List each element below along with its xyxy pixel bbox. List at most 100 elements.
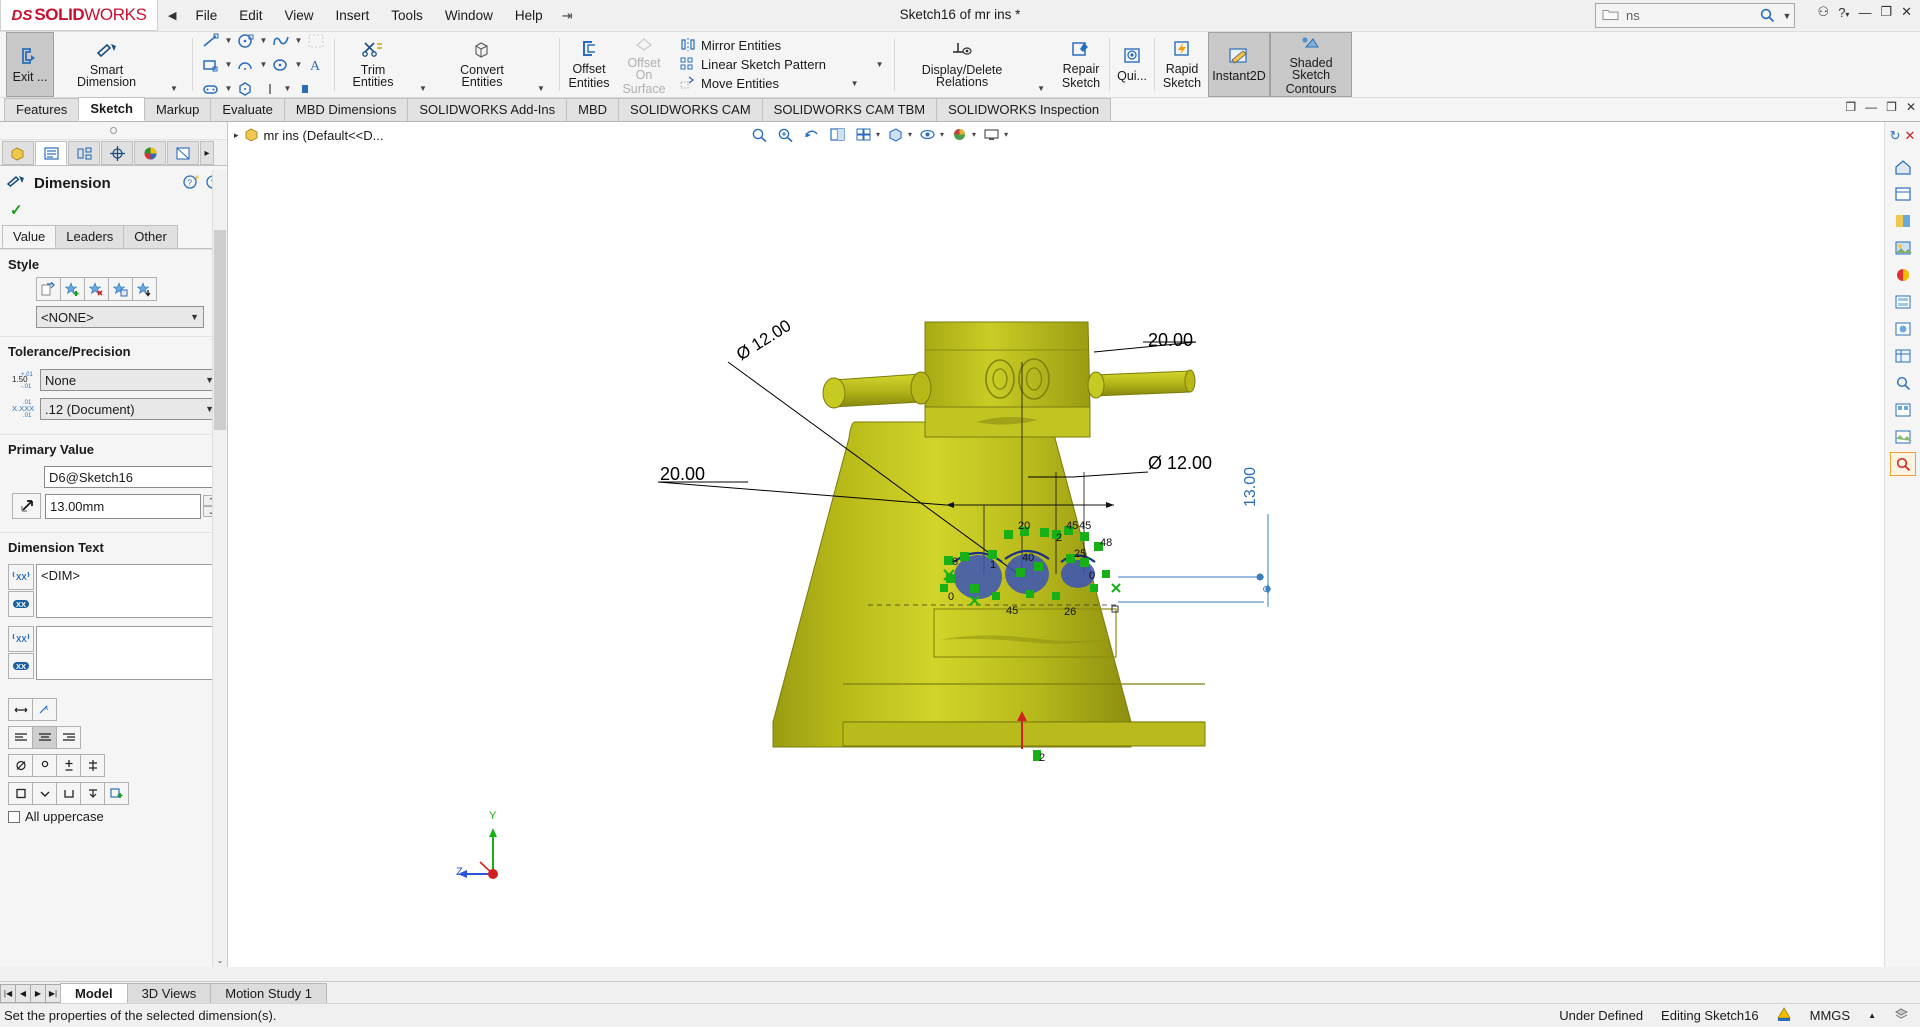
small-dim-0b[interactable]: 0 xyxy=(948,591,954,603)
next-tab-button[interactable]: ▶ xyxy=(30,984,46,1003)
user-account-icon[interactable]: ⚇ xyxy=(1818,4,1830,20)
lights-icon[interactable] xyxy=(1890,290,1916,314)
menu-item-window[interactable]: Window xyxy=(434,4,504,27)
close-button[interactable]: ✕ xyxy=(1901,4,1912,20)
linear-pattern-caret-icon[interactable]: ▼ xyxy=(875,60,884,69)
rotate-view-icon[interactable]: ↻ xyxy=(1890,128,1901,144)
display-manager-tab[interactable] xyxy=(134,141,166,165)
centerline-tool-icon[interactable] xyxy=(294,78,316,100)
manager-tabs-more-button[interactable]: ▸ xyxy=(200,141,214,165)
maximize-button[interactable]: ❐ xyxy=(1880,4,1892,20)
add-style-button[interactable] xyxy=(60,277,85,301)
dimension-name-input[interactable]: D6@Sketch16 xyxy=(44,466,219,488)
point-tool-caret-icon[interactable]: ▼ xyxy=(283,84,292,93)
small-dim-20[interactable]: 20 xyxy=(1018,520,1030,532)
rectangle-tool-icon[interactable] xyxy=(200,54,222,76)
instant2d-button[interactable]: Instant2D xyxy=(1208,32,1270,97)
small-dim-45c[interactable]: 45 xyxy=(1006,605,1018,617)
scenes-icon[interactable] xyxy=(1890,236,1916,260)
move-entities-caret-icon[interactable]: ▼ xyxy=(850,79,859,88)
small-dim-45a[interactable]: 45 xyxy=(1066,520,1078,532)
diameter-symbol-button[interactable] xyxy=(8,754,33,777)
scroll-down-arrow-icon[interactable]: ⌄ xyxy=(213,953,227,967)
small-dim-48[interactable]: 48 xyxy=(1100,537,1112,549)
quick-snaps-button[interactable]: Qui... xyxy=(1113,32,1151,97)
tab-solidworks-cam-tbm[interactable]: SOLIDWORKS CAM TBM xyxy=(762,98,937,121)
primary-value-input[interactable]: 13.00mm xyxy=(45,494,201,519)
close-task-pane-icon[interactable]: ✕ xyxy=(1905,128,1916,144)
dimxpert-manager-tab[interactable] xyxy=(101,141,133,165)
small-dim-25[interactable]: 25 xyxy=(1074,548,1086,560)
tab-markup[interactable]: Markup xyxy=(144,98,211,121)
trim-caret-icon[interactable]: ▼ xyxy=(419,84,428,93)
circle-tool-icon[interactable] xyxy=(235,30,257,52)
align-left-button[interactable] xyxy=(8,726,33,749)
dim-diameter-12-right[interactable]: Ø 12.00 xyxy=(1148,453,1212,474)
mirror-entities-button[interactable]: Mirror Entities xyxy=(677,37,887,55)
tab-evaluate[interactable]: Evaluate xyxy=(210,98,285,121)
decals-icon[interactable] xyxy=(1890,263,1916,287)
pin-icon[interactable]: ⇥ xyxy=(562,8,573,24)
bottom-tab-motion-study[interactable]: Motion Study 1 xyxy=(210,983,327,1003)
smart-dimension-caret-icon[interactable]: ▼ xyxy=(170,84,179,93)
menu-item-file[interactable]: File xyxy=(184,4,228,27)
menu-item-edit[interactable]: Edit xyxy=(228,4,273,27)
smart-dimension-button[interactable]: Smart Dimension xyxy=(54,32,159,97)
symbol-dropdown-button[interactable] xyxy=(32,782,57,805)
maximize-doc-button[interactable]: ❐ xyxy=(1886,100,1897,114)
small-dim-40[interactable]: 40 xyxy=(1022,552,1034,564)
minimize-doc-button[interactable]: — xyxy=(1865,100,1877,114)
cam-feature-tree-tab[interactable] xyxy=(167,141,199,165)
offset-entities-button[interactable]: Offset Entities xyxy=(563,32,615,97)
rectangle-tool-caret-icon[interactable]: ▼ xyxy=(224,60,233,69)
slot-tool-icon[interactable] xyxy=(200,78,222,100)
dim-20-left[interactable]: 20.00 xyxy=(660,464,705,485)
overlay-settings-icon[interactable] xyxy=(1894,1007,1910,1024)
panel-handle[interactable] xyxy=(0,122,227,140)
menu-item-view[interactable]: View xyxy=(274,4,325,27)
dimension-formula-button[interactable]: x xyxy=(32,698,57,721)
convert-entities-button[interactable]: Convert Entities xyxy=(438,32,526,97)
small-dim-26[interactable]: 26 xyxy=(1064,606,1076,618)
subtab-value[interactable]: Value xyxy=(2,225,56,248)
precision-select[interactable]: .12 (Document) ▼ xyxy=(40,398,219,420)
spline-tool-icon[interactable] xyxy=(270,30,292,52)
dimension-text-input-2[interactable] xyxy=(36,626,219,680)
tab-features[interactable]: Features xyxy=(4,98,79,121)
accept-dimension-button[interactable]: ✓ xyxy=(0,199,227,225)
small-dim-2a[interactable]: 2 xyxy=(1056,532,1062,544)
square-symbol-button[interactable] xyxy=(8,782,33,805)
bottom-tab-model[interactable]: Model xyxy=(60,983,128,1003)
tab-mbd-dimensions[interactable]: MBD Dimensions xyxy=(284,98,408,121)
status-units[interactable]: MMGS xyxy=(1810,1008,1850,1023)
all-uppercase-row[interactable]: All uppercase xyxy=(0,805,227,828)
display-delete-relations-button[interactable]: Display/Delete Relations xyxy=(898,32,1026,97)
menu-item-help[interactable]: Help xyxy=(504,4,554,27)
rapid-sketch-button[interactable]: Rapid Sketch xyxy=(1158,32,1206,97)
load-style-button[interactable] xyxy=(132,277,157,301)
move-entities-button[interactable]: Move Entities ▼ xyxy=(677,75,887,93)
dimension-link-button[interactable] xyxy=(12,493,41,519)
exit-sketch-button[interactable]: Exit ... xyxy=(6,32,54,97)
ellipse-tool-caret-icon[interactable]: ▼ xyxy=(294,60,303,69)
view-palette2-icon[interactable] xyxy=(1890,398,1916,422)
tab-mbd[interactable]: MBD xyxy=(566,98,619,121)
circle-tool-caret-icon[interactable]: ▼ xyxy=(259,36,268,45)
appearances-icon[interactable] xyxy=(1890,209,1916,233)
sketch-text-icon[interactable]: A xyxy=(305,54,327,76)
subtab-other[interactable]: Other xyxy=(123,225,178,248)
dimension-text-input-1[interactable]: <DIM> xyxy=(36,564,219,618)
search-box[interactable]: ns ▼ xyxy=(1595,3,1795,28)
tolerance-precision-section-header[interactable]: Tolerance/Precision ⌃ xyxy=(0,336,227,364)
small-dim-45b[interactable]: 45 xyxy=(1079,520,1091,532)
restore-doc-button[interactable]: ❐ xyxy=(1845,100,1856,114)
small-dim-1[interactable]: 1 xyxy=(990,559,996,571)
custom-properties-icon[interactable] xyxy=(1890,452,1916,476)
counterbore-symbol-button[interactable] xyxy=(56,782,81,805)
add-text-below-button[interactable]: XX xyxy=(8,591,34,617)
style-select-caret-icon[interactable]: ▼ xyxy=(190,312,199,322)
small-dim-0a[interactable]: 0 xyxy=(1089,570,1095,582)
horizontal-scrollbar[interactable] xyxy=(0,967,1920,981)
menu-item-insert[interactable]: Insert xyxy=(325,4,381,27)
graphics-area[interactable]: ▸ mr ins (Default<<D... ▾ ▾ ▾ ▾ ▾ xyxy=(228,122,1884,967)
